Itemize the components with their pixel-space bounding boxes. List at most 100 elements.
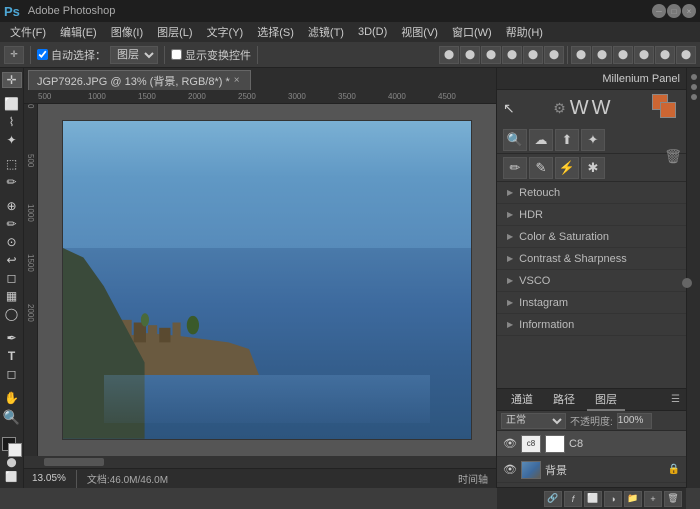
hand-tool[interactable]: ✋ [2, 390, 22, 406]
panel-right: Millenium Panel ↖ ⚙ WW 🔍 ☁ ⬆ ✦ ✏ ✎ [496, 68, 686, 488]
minimize-button[interactable]: ─ [652, 4, 666, 18]
align-top-icon[interactable]: ⬤ [502, 46, 522, 64]
menu-text[interactable]: 文字(Y) [201, 22, 250, 42]
layers-link-btn[interactable]: 🔗 [544, 491, 562, 507]
layer-eye-bg[interactable]: 👁 [503, 463, 517, 476]
panel-collapse-dot[interactable] [682, 278, 692, 288]
delete-icon[interactable]: 🗑 [664, 148, 682, 165]
panel-auto-tool[interactable]: ⚡ [555, 157, 579, 179]
move-tool[interactable]: ✛ [2, 72, 22, 88]
edge-dot-2[interactable] [691, 84, 697, 90]
heal-tool[interactable]: ⊕ [2, 198, 22, 214]
marquee-tool[interactable]: ⬜ [2, 96, 22, 112]
align-left-icon[interactable]: ⬤ [439, 46, 459, 64]
align-center-icon[interactable]: ⬤ [460, 46, 480, 64]
doc-tab-close[interactable]: × [234, 75, 240, 86]
text-tool[interactable]: T [2, 348, 22, 364]
layer-eye-c8[interactable]: 👁 [503, 437, 517, 450]
move-tool-icon[interactable]: ✛ [4, 46, 24, 64]
eyedropper-tool[interactable]: ✏ [2, 174, 22, 190]
pen-tool[interactable]: ✒ [2, 330, 22, 346]
panel-edit-tool[interactable]: ✎ [529, 157, 553, 179]
distribute-icon6[interactable]: ⬤ [676, 46, 696, 64]
layers-fx-btn[interactable]: f [564, 491, 582, 507]
auto-select-checkbox[interactable] [37, 49, 48, 60]
cursor-icon[interactable]: ↖ [503, 100, 515, 117]
layers-new-btn[interactable]: + [644, 491, 662, 507]
layers-folder-btn[interactable]: 📁 [624, 491, 642, 507]
bg-color-swatch[interactable] [660, 102, 676, 118]
scrollbar-horizontal[interactable] [24, 456, 496, 468]
doc-size-info: 文档:46.0M/46.0M [87, 471, 450, 486]
layer-item-c8[interactable]: 👁 c8 C8 [497, 431, 686, 457]
distribute-icon1[interactable]: ⬤ [571, 46, 591, 64]
brush-tool[interactable]: ✏ [2, 216, 22, 232]
canvas-view[interactable] [38, 104, 496, 456]
quick-mask-tool[interactable]: ⬤ [2, 456, 22, 469]
show-transform-checkbox[interactable] [171, 49, 182, 60]
edge-dot-3[interactable] [691, 94, 697, 100]
panel-cloud-tool[interactable]: ☁ [529, 129, 553, 151]
menu-item-information[interactable]: ▶ Information [497, 314, 686, 336]
layers-tab-layers[interactable]: 图层 [587, 389, 625, 411]
menu-view[interactable]: 视图(V) [395, 22, 444, 42]
menu-item-hdr[interactable]: ▶ HDR [497, 204, 686, 226]
align-right-icon[interactable]: ⬤ [481, 46, 501, 64]
layers-tab-channel[interactable]: 通道 [503, 389, 541, 411]
layers-mask-btn[interactable]: ⬜ [584, 491, 602, 507]
layer-select[interactable]: 图层 [110, 46, 158, 64]
gear-icon[interactable]: ⚙ [553, 100, 566, 117]
layers-options-icon[interactable]: ☰ [671, 394, 680, 405]
background-color[interactable] [8, 443, 22, 457]
distribute-icon5[interactable]: ⬤ [655, 46, 675, 64]
layers-adjust-btn[interactable]: ◑ [604, 491, 622, 507]
eraser-tool[interactable]: ◻ [2, 270, 22, 286]
panel-magnify-tool[interactable]: 🔍 [503, 129, 527, 151]
panel-wand-tool[interactable]: ✦ [581, 129, 605, 151]
menu-select[interactable]: 选择(S) [251, 22, 300, 42]
menu-item-instagram[interactable]: ▶ Instagram [497, 292, 686, 314]
menu-help[interactable]: 帮助(H) [500, 22, 549, 42]
distribute-icon3[interactable]: ⬤ [613, 46, 633, 64]
history-tool[interactable]: ↩ [2, 252, 22, 268]
menu-3d[interactable]: 3D(D) [352, 24, 393, 40]
blend-mode-select[interactable]: 正常 [501, 413, 566, 429]
shape-tool[interactable]: ◻ [2, 366, 22, 382]
magic-wand-tool[interactable]: ✦ [2, 132, 22, 148]
gradient-tool[interactable]: ▦ [2, 288, 22, 304]
document-tab[interactable]: JGP7926.JPG @ 13% (背景, RGB/8*) * × [28, 70, 251, 90]
menu-filter[interactable]: 滤镜(T) [302, 22, 350, 42]
layers-tab-path[interactable]: 路径 [545, 389, 583, 411]
distribute-icon4[interactable]: ⬤ [634, 46, 654, 64]
screen-mode-tool[interactable]: ⬜ [2, 471, 22, 484]
scrollbar-thumb-h[interactable] [44, 458, 104, 466]
distribute-icon2[interactable]: ⬤ [592, 46, 612, 64]
panel-brush-tool[interactable]: ✏ [503, 157, 527, 179]
layer-item-background[interactable]: 👁 背景 🔒 [497, 457, 686, 483]
menu-file[interactable]: 文件(F) [4, 22, 52, 42]
menu-item-vsco[interactable]: ▶ VSCO [497, 270, 686, 292]
ruler-left: 0 500 1000 1500 2000 [24, 104, 38, 456]
align-bottom-icon[interactable]: ⬤ [544, 46, 564, 64]
menu-item-color-saturation[interactable]: ▶ Color & Saturation [497, 226, 686, 248]
menu-window[interactable]: 窗口(W) [446, 22, 498, 42]
zoom-tool[interactable]: 🔍 [2, 408, 22, 427]
layers-delete-btn[interactable]: 🗑 [664, 491, 682, 507]
panel-star-tool[interactable]: ✱ [581, 157, 605, 179]
crop-tool[interactable]: ⬚ [2, 156, 22, 172]
menu-item-retouch[interactable]: ▶ Retouch [497, 182, 686, 204]
maximize-button[interactable]: □ [667, 4, 681, 18]
align-middle-icon[interactable]: ⬤ [523, 46, 543, 64]
close-button[interactable]: × [682, 4, 696, 18]
opacity-input[interactable] [617, 413, 652, 429]
edge-dot-1[interactable] [691, 74, 697, 80]
menu-item-contrast-sharpness[interactable]: ▶ Contrast & Sharpness [497, 248, 686, 270]
menu-layer[interactable]: 图层(L) [151, 22, 198, 42]
menu-image[interactable]: 图像(I) [105, 22, 149, 42]
lasso-tool[interactable]: ⌇ [2, 114, 22, 130]
menu-edit[interactable]: 编辑(E) [54, 22, 103, 42]
dodge-tool[interactable]: ◯ [2, 306, 22, 322]
clone-tool[interactable]: ⊙ [2, 234, 22, 250]
panel-upload-tool[interactable]: ⬆ [555, 129, 579, 151]
menu-label-hdr: HDR [519, 209, 543, 221]
